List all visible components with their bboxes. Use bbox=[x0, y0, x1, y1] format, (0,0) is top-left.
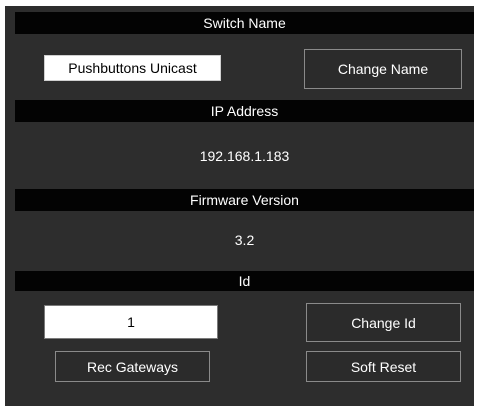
change-name-button[interactable]: Change Name bbox=[304, 49, 462, 89]
firmware-version-header: Firmware Version bbox=[15, 189, 474, 211]
firmware-version-value: 3.2 bbox=[234, 232, 255, 248]
id-input[interactable] bbox=[44, 305, 218, 339]
id-header: Id bbox=[15, 271, 474, 291]
soft-reset-button[interactable]: Soft Reset bbox=[306, 351, 461, 382]
switch-settings-panel: Switch Name Change Name IP Address 192.1… bbox=[5, 6, 474, 406]
rec-gateways-button[interactable]: Rec Gateways bbox=[55, 351, 210, 382]
ip-address-value: 192.168.1.183 bbox=[199, 148, 290, 164]
switch-name-input[interactable] bbox=[44, 55, 221, 81]
change-id-button[interactable]: Change Id bbox=[306, 303, 461, 342]
ip-address-header: IP Address bbox=[15, 100, 474, 122]
switch-name-header: Switch Name bbox=[15, 12, 474, 34]
